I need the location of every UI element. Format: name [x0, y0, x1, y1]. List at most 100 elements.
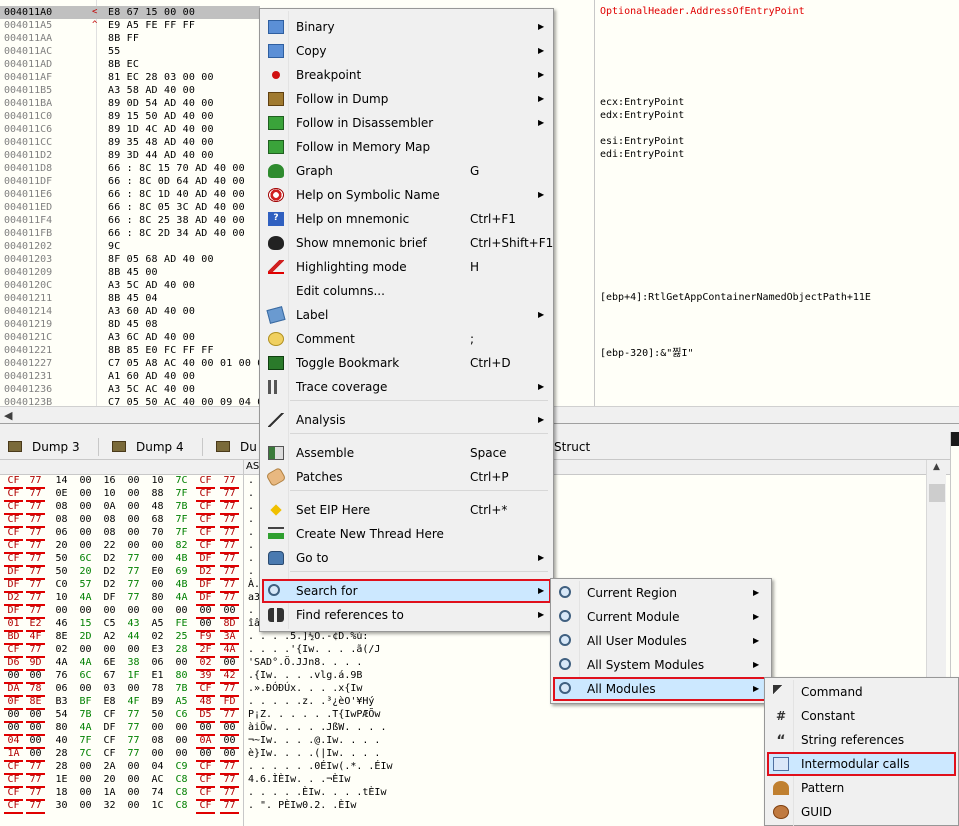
hex-byte[interactable]: 08 [148, 735, 167, 747]
hex-byte[interactable]: 77 [124, 709, 143, 721]
hex-byte[interactable]: 0A [196, 735, 215, 749]
hex-byte[interactable]: E3 [148, 644, 167, 656]
menu-item-binary[interactable]: Binary ▶ [262, 15, 551, 39]
hex-byte[interactable]: 00 [172, 722, 191, 734]
hex-byte[interactable]: 77 [26, 644, 45, 658]
hex-byte[interactable]: 00 [220, 748, 239, 762]
hex-byte[interactable]: 80 [172, 670, 191, 682]
hex-byte[interactable]: 00 [124, 787, 143, 799]
hex-byte[interactable]: 00 [124, 501, 143, 513]
hex-byte[interactable]: 77 [26, 605, 45, 619]
disasm-row[interactable]: 004011E6 66 : 8C 1D 40 AD 40 00 [0, 188, 260, 201]
hex-byte[interactable]: F9 [196, 631, 215, 645]
menu-item-breakpoint[interactable]: Breakpoint ▶ [262, 63, 551, 87]
menu-item-search-for[interactable]: Search for ▶ [262, 579, 551, 603]
hex-byte[interactable]: 77 [26, 774, 45, 788]
disasm-row[interactable]: 00401236 A3 5C AC 40 00 [0, 383, 260, 396]
disasm-row[interactable]: 004011DF 66 : 8C 0D 64 AD 40 00 [0, 175, 260, 188]
hex-byte[interactable]: 00 [76, 501, 95, 513]
hex-byte[interactable]: 00 [220, 605, 239, 619]
hex-byte[interactable]: 00 [124, 475, 143, 487]
hex-byte[interactable]: 00 [148, 579, 167, 591]
hex-byte[interactable]: 00 [124, 683, 143, 695]
hex-byte[interactable]: 43 [124, 618, 143, 630]
hex-byte[interactable]: 14 [52, 475, 71, 487]
hex-byte[interactable]: CF [4, 553, 23, 567]
hex-byte[interactable]: 50 [52, 553, 71, 565]
menu-item-label[interactable]: Label ▶ [262, 303, 551, 327]
hex-byte[interactable]: 16 [100, 475, 119, 487]
hex-byte[interactable]: 7F [76, 735, 95, 747]
hex-byte[interactable]: C5 [100, 618, 119, 630]
hex-byte[interactable]: 77 [220, 761, 239, 775]
disasm-row[interactable]: 004011D8 66 : 8C 15 70 AD 40 00 [0, 162, 260, 175]
hex-byte[interactable]: 46 [52, 618, 71, 630]
hex-byte[interactable]: 80 [148, 592, 167, 604]
hex-byte[interactable]: D6 [4, 657, 23, 671]
hex-byte[interactable]: 77 [26, 787, 45, 801]
menu-item-toggle-bookmark[interactable]: Toggle Bookmark Ctrl+D [262, 351, 551, 375]
hex-byte[interactable]: 50 [148, 709, 167, 721]
hex-byte[interactable]: 06 [52, 683, 71, 695]
hex-byte[interactable]: 77 [220, 501, 239, 515]
hex-byte[interactable]: D2 [100, 579, 119, 591]
hex-byte[interactable]: 3A [220, 631, 239, 645]
menu-item-all-system-modules[interactable]: All System Modules ▶ [553, 653, 769, 677]
hex-byte[interactable]: DF [196, 553, 215, 567]
hex-byte[interactable]: 7F [172, 488, 191, 500]
menu-item-edit-columns[interactable]: Edit columns... [262, 279, 551, 303]
hex-byte[interactable]: 0F [4, 696, 23, 710]
hex-byte[interactable]: 00 [76, 514, 95, 526]
hex-byte[interactable]: 08 [52, 501, 71, 513]
hex-byte[interactable]: 00 [76, 488, 95, 500]
hex-byte[interactable]: 77 [124, 553, 143, 565]
menu-item-current-module[interactable]: Current Module ▶ [553, 605, 769, 629]
hex-byte[interactable]: 00 [124, 488, 143, 500]
disasm-row[interactable]: 004011F4 66 : 8C 25 38 AD 40 00 [0, 214, 260, 227]
hex-byte[interactable]: 68 [148, 514, 167, 526]
hex-byte[interactable]: C8 [172, 787, 191, 799]
hex-byte[interactable]: 9D [26, 657, 45, 671]
hex-byte[interactable]: CF [196, 540, 215, 554]
hex-byte[interactable]: 4A [220, 644, 239, 658]
hex-byte[interactable]: CF [100, 735, 119, 747]
disassembly-rows[interactable]: 004011A0 < E8 67 15 00 00 004011A5 ^ E9 A5 FE… [0, 6, 263, 409]
hex-byte[interactable]: 00 [4, 722, 23, 736]
hex-byte[interactable]: 8E [52, 631, 71, 643]
menu-item-show-mnemonic-brief[interactable]: Show mnemonic brief Ctrl+Shift+F1 [262, 231, 553, 255]
hex-byte[interactable]: 20 [52, 540, 71, 552]
hex-byte[interactable]: 00 [76, 774, 95, 786]
hex-byte[interactable]: 00 [196, 618, 215, 632]
hex-byte[interactable]: 78 [26, 683, 45, 697]
hex-byte[interactable]: 4A [76, 722, 95, 734]
hex-byte[interactable]: 7C [172, 475, 191, 487]
hex-byte[interactable]: 18 [52, 787, 71, 799]
hex-byte[interactable]: 00 [100, 605, 119, 617]
hex-byte[interactable]: 25 [172, 631, 191, 643]
hex-byte[interactable]: 4A [172, 592, 191, 604]
disasm-row[interactable]: 004011A5 ^ E9 A5 FE FF FF [0, 19, 260, 32]
hex-byte[interactable]: 77 [26, 488, 45, 502]
disasm-row[interactable]: 00401209 8B 45 00 [0, 266, 260, 279]
hex-byte[interactable]: DF [4, 566, 23, 580]
hex-byte[interactable]: 20 [76, 566, 95, 578]
hex-byte[interactable]: 00 [76, 683, 95, 695]
hex-byte[interactable]: 02 [52, 644, 71, 656]
menu-item-string-references[interactable]: “ String references [767, 728, 956, 752]
hex-byte[interactable]: CF [196, 761, 215, 775]
hex-byte[interactable]: 00 [76, 800, 95, 812]
disasm-row[interactable]: 004011CC 89 35 48 AD 40 00 [0, 136, 260, 149]
hex-byte[interactable]: 77 [26, 501, 45, 515]
menu-item-constant[interactable]: # Constant [767, 704, 956, 728]
hex-byte[interactable]: 32 [100, 800, 119, 812]
hex-byte[interactable]: FE [172, 618, 191, 630]
hex-byte[interactable]: 03 [100, 683, 119, 695]
hex-byte[interactable]: CF [4, 774, 23, 788]
disasm-row[interactable]: 004011D2 89 3D 44 AD 40 00 [0, 149, 260, 162]
hex-byte[interactable]: 10 [100, 488, 119, 500]
hex-byte[interactable]: 4B [172, 579, 191, 591]
disasm-row[interactable]: 004011C0 89 15 50 AD 40 00 [0, 110, 260, 123]
hex-byte[interactable]: 1A [100, 787, 119, 799]
hex-byte[interactable]: 00 [26, 735, 45, 749]
hex-byte[interactable]: A2 [100, 631, 119, 643]
